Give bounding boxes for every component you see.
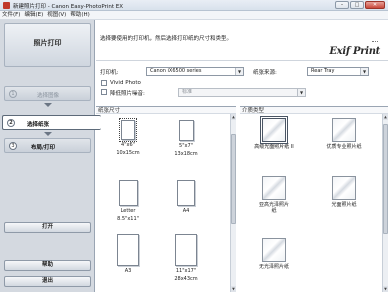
paper-size-sub: 13x18cm xyxy=(174,151,198,157)
paper-size-item[interactable]: A3 xyxy=(102,234,154,276)
media-type-item[interactable]: 高级光面照片纸 II xyxy=(242,116,306,150)
media-type-name: 亚高光泽照片纸 xyxy=(259,202,290,214)
step-number: 3 xyxy=(9,142,17,150)
paper-source-label: 纸张来源: xyxy=(253,70,277,76)
app-icon xyxy=(3,2,10,9)
noise-reduction-checkbox[interactable] xyxy=(101,89,107,95)
vivid-photo-checkbox[interactable] xyxy=(101,80,107,86)
paper-size-item[interactable]: A4 xyxy=(160,180,212,216)
step-layout-print[interactable]: 3 布局/打印 xyxy=(4,138,91,153)
scroll-thumb[interactable] xyxy=(231,134,236,224)
media-type-name: 光面照片纸 xyxy=(331,202,357,208)
step-label: 选择纸张 xyxy=(27,122,50,128)
step-select-images[interactable]: 1 选择图像 xyxy=(4,86,91,101)
paper-preview xyxy=(119,118,137,142)
media-preview xyxy=(262,238,286,262)
paper-preview xyxy=(117,234,139,266)
scroll-thumb[interactable] xyxy=(383,124,388,234)
paper-size-item[interactable]: 5"x7" 13x18cm xyxy=(160,120,212,157)
exit-button[interactable]: 退出 xyxy=(4,276,91,287)
paper-size-name: 4"x6" xyxy=(121,142,135,148)
paper-size-name: 5"x7" xyxy=(179,143,193,149)
step-label: 布局/打印 xyxy=(31,145,56,151)
step-number: 2 xyxy=(7,119,15,127)
noise-reduction-label: 降低照片噪音: xyxy=(110,91,145,97)
window-title: 新建照片打印 - Canon Easy-PhotoPrint EX xyxy=(13,4,123,10)
chevron-down-icon: ▼ xyxy=(297,89,305,96)
step-arrow-icon xyxy=(44,103,52,107)
media-preview xyxy=(260,116,288,144)
step-number: 1 xyxy=(9,90,17,98)
menu-view[interactable]: 视图(V) xyxy=(47,11,66,19)
paper-source-select[interactable]: Rear Tray ▼ xyxy=(307,67,369,76)
media-type-item[interactable]: 亚高光泽照片纸 xyxy=(242,176,306,214)
step-select-paper[interactable]: 2 选择纸张 xyxy=(2,115,101,130)
media-type-item[interactable]: 优质专业照片纸 xyxy=(312,118,376,150)
title-bar: 新建照片打印 - Canon Easy-PhotoPrint EX – □ ✕ xyxy=(0,0,388,11)
exif-print-logo: Exif Print xyxy=(329,46,380,57)
media-type-item[interactable]: 无光泽照片纸 xyxy=(242,238,306,270)
window-controls: – □ ✕ xyxy=(335,1,385,9)
paper-size-item[interactable]: 11"x17" 28x43cm xyxy=(160,234,212,282)
printer-value: Canon iX6500 series xyxy=(150,68,202,74)
media-type-name: 优质专业照片纸 xyxy=(326,144,362,150)
paper-size-item[interactable]: 4"x6" 10x15cm xyxy=(102,118,154,156)
paper-size-header: 纸张尺寸 xyxy=(96,106,236,114)
paper-preview xyxy=(175,234,197,266)
panel-title: 照片打印 xyxy=(4,23,91,67)
divider xyxy=(96,60,388,61)
paper-source-value: Rear Tray xyxy=(311,68,335,74)
menu-edit[interactable]: 编辑(E) xyxy=(24,11,43,19)
media-type-list[interactable]: 高级光面照片纸 II 优质专业照片纸 亚高光泽照片纸 光面照片纸 无光泽照片纸 xyxy=(240,114,382,292)
open-button[interactable]: 打开 xyxy=(4,222,91,233)
paper-size-name: Letter xyxy=(120,208,136,214)
printer-label: 打印机: xyxy=(100,70,119,76)
scroll-up-icon[interactable]: ▲ xyxy=(383,114,388,120)
paper-size-scrollbar[interactable]: ▲ ▼ xyxy=(230,114,236,292)
close-button[interactable]: ✕ xyxy=(365,1,385,9)
minimize-button[interactable]: – xyxy=(335,1,349,9)
paper-size-name: A3 xyxy=(124,268,132,274)
paper-size-sub: 8.5"x11" xyxy=(117,216,139,222)
printer-select[interactable]: Canon iX6500 series ▼ xyxy=(146,67,244,76)
left-panel: 照片打印 1 选择图像 2 选择纸张 3 布局/打印 打开 帮助 退出 xyxy=(0,20,101,292)
help-button[interactable]: 帮助 xyxy=(4,260,91,271)
paper-size-sub: 10x15cm xyxy=(116,150,140,156)
chevron-down-icon: ▼ xyxy=(360,68,368,75)
paper-preview xyxy=(178,120,194,141)
scroll-down-icon[interactable]: ▼ xyxy=(383,286,388,292)
scroll-down-icon[interactable]: ▼ xyxy=(231,286,236,292)
chevron-down-icon: ▼ xyxy=(235,68,243,75)
media-preview xyxy=(262,176,286,200)
maximize-button[interactable]: □ xyxy=(350,1,364,9)
media-preview xyxy=(332,118,356,142)
paper-preview xyxy=(177,180,195,206)
paper-size-name: 11"x17" xyxy=(175,268,197,274)
media-type-item[interactable]: 光面照片纸 xyxy=(312,176,376,208)
scroll-up-icon[interactable]: ▲ xyxy=(231,114,236,120)
step-label: 选择图像 xyxy=(37,93,60,99)
media-type-name: 无光泽照片纸 xyxy=(258,264,289,270)
media-type-header: 介质类型 xyxy=(240,106,388,114)
step-arrow-icon xyxy=(44,132,52,136)
noise-level-select[interactable]: 标准 ▼ xyxy=(178,88,306,97)
paper-size-name: A4 xyxy=(182,208,190,214)
instruction-text: 选择要使用的打印机，然后选择打印纸的尺寸和类型。 xyxy=(100,36,233,42)
media-preview xyxy=(332,176,356,200)
noise-level-value: 标准 xyxy=(182,89,193,95)
paper-preview xyxy=(118,180,138,206)
main-area: 选择要使用的打印机，然后选择打印纸的尺寸和类型。 Exif Print 打印机:… xyxy=(96,20,388,292)
media-type-name: 高级光面照片纸 II xyxy=(254,144,294,150)
vivid-photo-label: Vivid Photo xyxy=(110,80,141,86)
paper-size-list[interactable]: 4"x6" 10x15cm 5"x7" 13x18cm Letter 8.5"x… xyxy=(96,114,230,292)
menu-bar: 文件(F) 编辑(E) 视图(V) 帮助(H) xyxy=(0,11,388,20)
logo-decoration xyxy=(372,41,378,44)
paper-size-sub: 28x43cm xyxy=(174,276,198,282)
paper-size-item[interactable]: Letter 8.5"x11" xyxy=(102,180,154,222)
menu-help[interactable]: 帮助(H) xyxy=(70,11,89,19)
media-type-scrollbar[interactable]: ▲ ▼ xyxy=(382,114,388,292)
menu-file[interactable]: 文件(F) xyxy=(2,11,20,19)
